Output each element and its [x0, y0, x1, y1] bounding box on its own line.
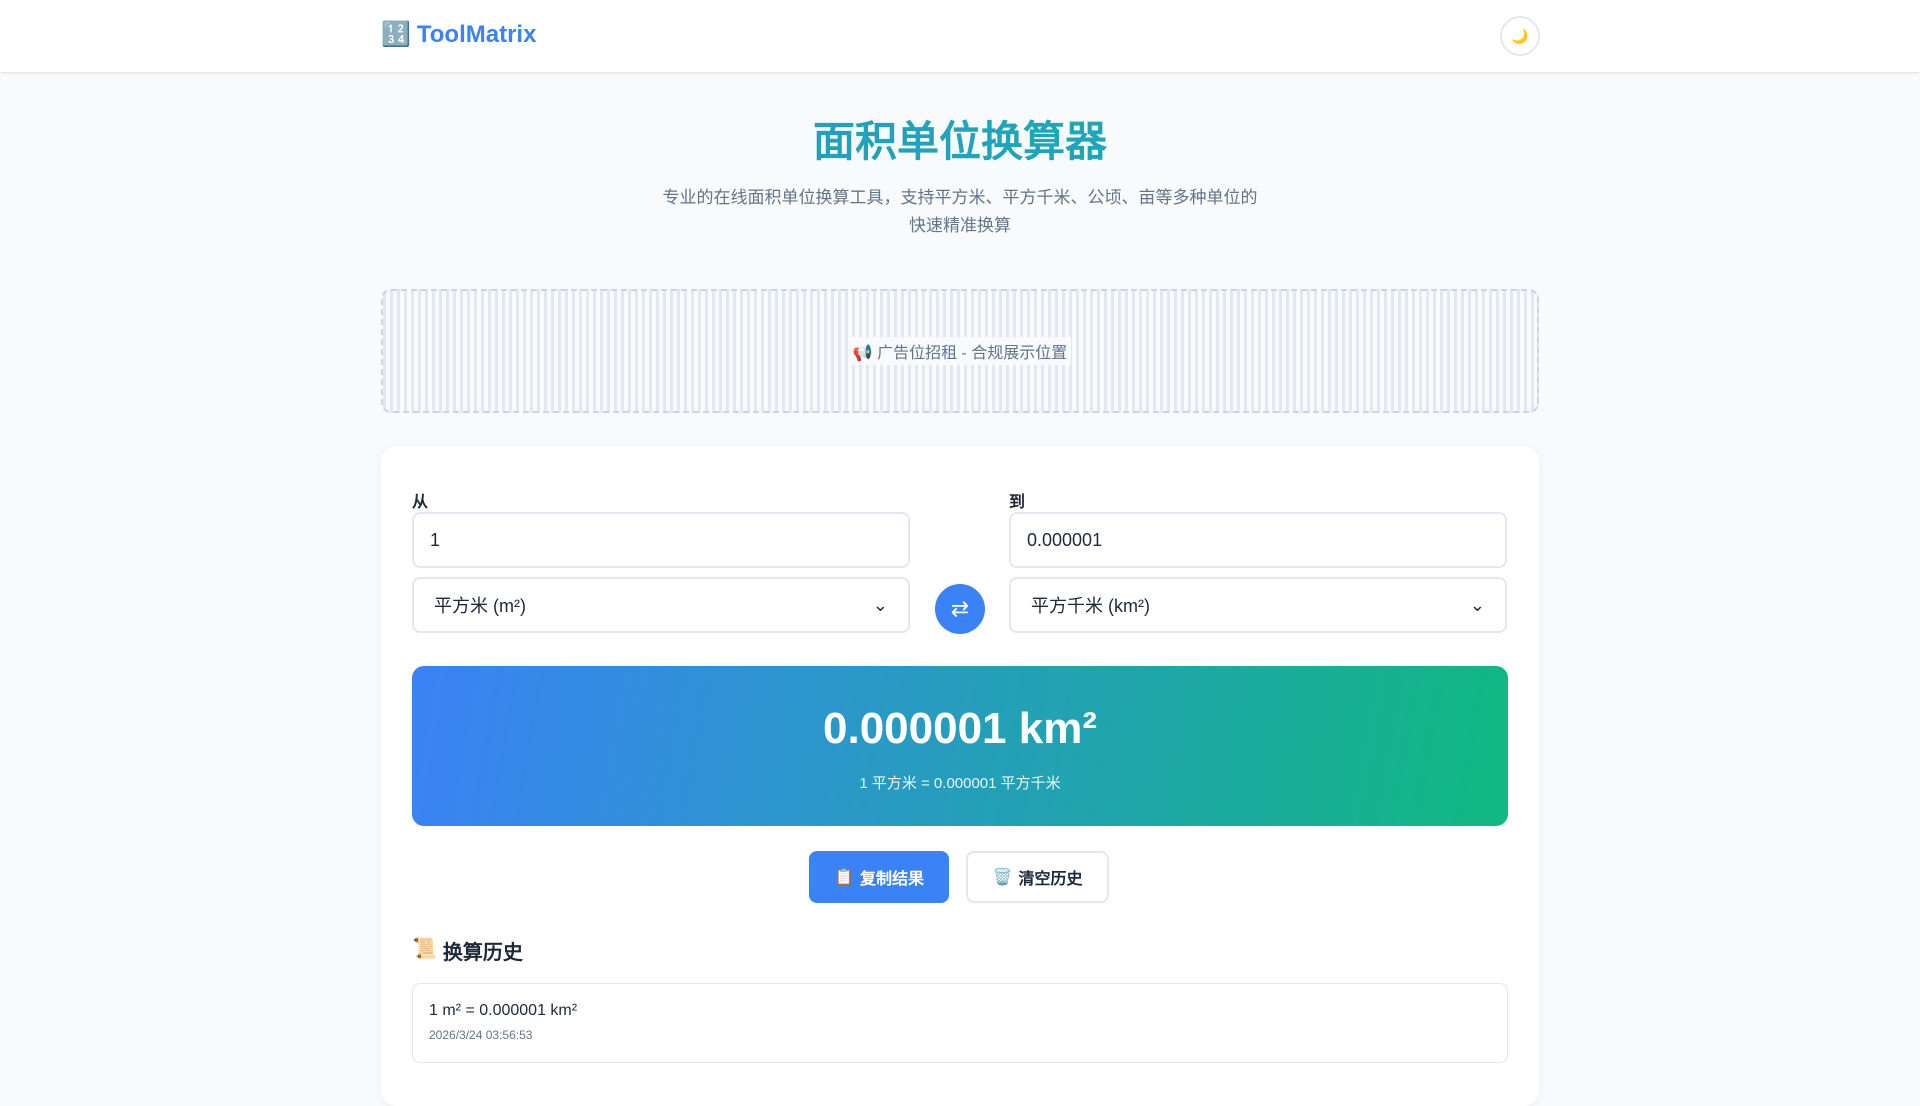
header: 🔢 ToolMatrix 🌙 [0, 0, 1920, 72]
history-timestamp: 2026/3/24 03:56:53 [429, 1028, 533, 1042]
ad-banner: 📢 广告位招租 - 合规展示位置 [381, 289, 1539, 413]
scroll-icon: 📜 [412, 938, 437, 960]
copy-result-button[interactable]: 📋 复制结果 [809, 851, 949, 903]
chevron-down-icon: ⌄ [1469, 594, 1485, 615]
page-subtitle: 专业的在线面积单位换算工具，支持平方米、平方千米、公顷、亩等多种单位的快速精准换… [662, 188, 1258, 235]
clear-history-button[interactable]: 🗑️ 清空历史 [966, 851, 1109, 903]
theme-toggle-button[interactable]: 🌙 [1500, 16, 1540, 56]
swap-button[interactable]: ⇄ [935, 584, 985, 634]
to-unit-value: 平方千米 (km²) [1031, 596, 1150, 616]
history-item[interactable]: 1 m² = 0.000001 km² 2026/3/24 03:56:53 [412, 983, 1508, 1063]
page-title: 面积单位换算器 [0, 108, 1920, 169]
to-unit-select[interactable]: 平方千米 (km²) ⌄ [1009, 577, 1507, 633]
trash-icon: 🗑️ [992, 869, 1013, 886]
copy-label: 复制结果 [859, 871, 924, 888]
result-value: 0.000001 km² [823, 704, 1097, 753]
history-expression: 1 m² = 0.000001 km² [429, 1002, 578, 1019]
result-panel: 0.000001 km² 1 平方米 = 0.000001 平方千米 [412, 666, 1508, 826]
logo[interactable]: 🔢 ToolMatrix [381, 20, 536, 49]
history-title: 📜 换算历史 [412, 936, 523, 965]
from-value-input[interactable]: 1 [412, 512, 910, 568]
clipboard-icon: 📋 [834, 869, 854, 886]
from-unit-select[interactable]: 平方米 (m²) ⌄ [412, 577, 910, 633]
chevron-down-icon: ⌄ [872, 594, 888, 615]
moon-icon: 🌙 [1511, 27, 1529, 44]
logo-text: ToolMatrix [416, 20, 537, 48]
converter-card: 从 到 1 0.000001 平方米 (m²) ⌄ ⇄ 平方千米 (km²) ⌄ 0… [381, 446, 1539, 1106]
history-title-text: 换算历史 [442, 942, 523, 964]
logo-icon: 🔢 [381, 21, 411, 48]
clear-label: 清空历史 [1018, 871, 1083, 888]
result-formula: 1 平方米 = 0.000001 平方千米 [859, 775, 1061, 792]
ad-text: 📢 广告位招租 - 合规展示位置 [848, 337, 1072, 365]
from-unit-value: 平方米 (m²) [434, 596, 526, 616]
swap-icon: ⇄ [950, 596, 970, 621]
to-value-input[interactable]: 0.000001 [1009, 512, 1507, 568]
from-label: 从 [412, 494, 429, 511]
to-label: 到 [1009, 494, 1026, 511]
